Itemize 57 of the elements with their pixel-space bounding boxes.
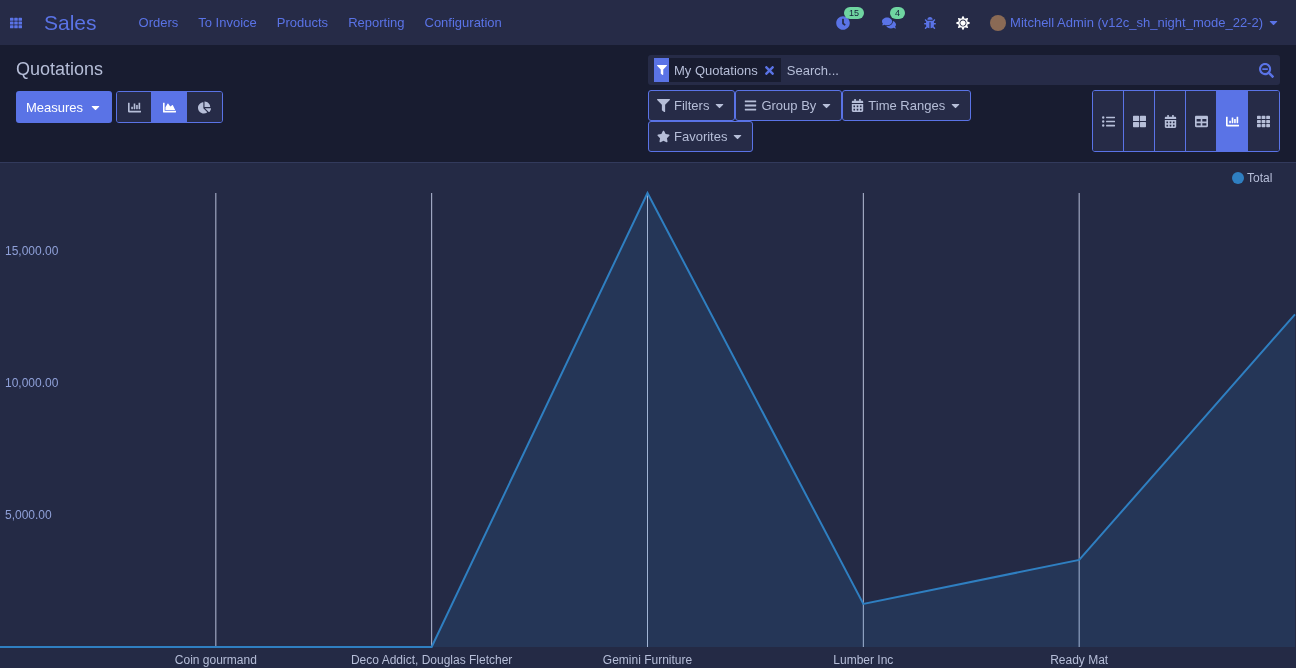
chat-icon[interactable] bbox=[882, 15, 897, 30]
menu-icon bbox=[744, 99, 758, 112]
menu-item[interactable]: Products bbox=[276, 15, 329, 30]
user-menu[interactable]: Mitchell Admin (v12c_sh_night_mode_22-2) bbox=[990, 14, 1280, 31]
app-name[interactable]: Sales bbox=[44, 10, 97, 35]
close-icon[interactable] bbox=[762, 63, 776, 77]
calendar-icon bbox=[1163, 114, 1177, 128]
search-option-button[interactable]: Filters bbox=[648, 90, 736, 121]
view-button[interactable] bbox=[1124, 91, 1155, 151]
grid-icon bbox=[1257, 114, 1270, 128]
search-input[interactable]: Search... bbox=[784, 61, 1255, 79]
list-icon bbox=[1101, 114, 1115, 128]
y-tick-label: 5,000.00 bbox=[5, 508, 52, 522]
menu-item[interactable]: Reporting bbox=[348, 15, 405, 30]
calendar-icon bbox=[851, 99, 865, 112]
user-avatar bbox=[990, 14, 1007, 31]
tiles-icon bbox=[1132, 114, 1146, 128]
x-tick-label: Coin gourmand bbox=[174, 653, 257, 667]
x-tick-label: Gemini Furniture bbox=[602, 653, 693, 667]
filter-facet[interactable]: My Quotations bbox=[654, 58, 781, 82]
table-icon bbox=[1194, 114, 1208, 128]
activity-count: 15 bbox=[844, 6, 865, 19]
x-tick-label: Lumber Inc bbox=[833, 653, 894, 667]
page-title: Quotations bbox=[16, 59, 105, 80]
view-button[interactable] bbox=[1093, 91, 1124, 151]
filter-icon bbox=[657, 99, 670, 112]
chart-type-button[interactable] bbox=[187, 92, 223, 122]
bar-chart-icon bbox=[1225, 114, 1239, 128]
star-icon bbox=[657, 130, 670, 143]
y-tick-label: 10,000.00 bbox=[5, 376, 59, 391]
x-tick-label: Ready Mat bbox=[1050, 653, 1109, 667]
search-option-button[interactable]: Favorites bbox=[648, 121, 754, 152]
x-tick-label: Deco Addict, Douglas Fletcher bbox=[350, 653, 513, 667]
chart-type-button[interactable] bbox=[152, 92, 188, 122]
menu-item[interactable]: Configuration bbox=[424, 15, 502, 30]
measures-button[interactable]: Measures bbox=[16, 91, 113, 123]
filter-icon bbox=[656, 65, 667, 75]
area-chart-icon bbox=[162, 100, 176, 114]
view-button[interactable] bbox=[1217, 91, 1248, 151]
search-icon[interactable] bbox=[1259, 62, 1274, 78]
view-button[interactable] bbox=[1155, 91, 1186, 151]
legend-label: Total bbox=[1247, 171, 1273, 185]
activity-clock-icon[interactable] bbox=[836, 15, 851, 30]
chart-type-button[interactable] bbox=[117, 92, 153, 122]
debug-bug-icon[interactable] bbox=[924, 16, 937, 29]
search-option-button[interactable]: Time Ranges bbox=[842, 90, 972, 121]
menu-item[interactable]: To Invoice bbox=[198, 15, 257, 30]
view-button[interactable] bbox=[1186, 91, 1217, 151]
apps-menu-icon[interactable] bbox=[10, 16, 22, 29]
search-option-button[interactable]: Group By bbox=[735, 90, 843, 121]
bar-chart-icon bbox=[127, 100, 141, 114]
menu-item[interactable]: Orders bbox=[138, 15, 179, 30]
message-count: 4 bbox=[890, 6, 906, 19]
pie-chart-icon bbox=[198, 100, 212, 114]
view-button[interactable] bbox=[1248, 91, 1279, 151]
y-tick-label: 15,000.00 bbox=[5, 244, 59, 259]
search-field[interactable]: My Quotations Search... bbox=[648, 55, 1280, 85]
